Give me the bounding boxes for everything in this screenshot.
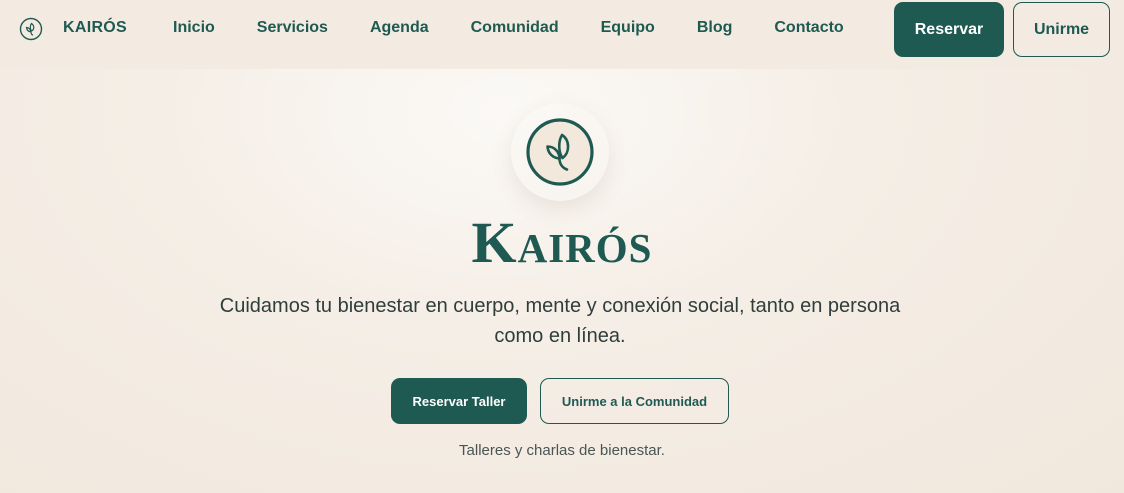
reserve-workshop-button[interactable]: Reservar Taller (391, 378, 527, 424)
leaf-circle-icon (526, 118, 594, 186)
hero-caption: Talleres y charlas de bienestar. (459, 442, 665, 459)
brand-name[interactable]: KAIRÓS (63, 19, 127, 37)
hero-subtitle: Cuidamos tu bienestar en cuerpo, mente y… (219, 295, 901, 347)
reserve-button[interactable]: Reservar (894, 2, 1004, 57)
top-navbar: KAIRÓS Inicio Servicios Agenda Comunidad… (0, 0, 1124, 69)
join-community-button[interactable]: Unirme a la Comunidad (540, 378, 729, 424)
leaf-icon (19, 17, 43, 41)
nav-link-inicio[interactable]: Inicio (173, 19, 215, 37)
hero-section: Kairós Cuidamos tu bienestar en cuerpo, … (0, 69, 1124, 493)
nav-link-equipo[interactable]: Equipo (601, 19, 655, 37)
join-button[interactable]: Unirme (1013, 2, 1110, 57)
hero-logo (511, 103, 609, 201)
nav-link-blog[interactable]: Blog (697, 19, 733, 37)
brand[interactable]: KAIRÓS (19, 17, 127, 41)
nav-link-contacto[interactable]: Contacto (774, 19, 843, 37)
hero-title: Kairós (471, 210, 653, 275)
main-nav: Inicio Servicios Agenda Comunidad Equipo… (173, 19, 886, 37)
nav-link-servicios[interactable]: Servicios (257, 19, 328, 37)
nav-link-comunidad[interactable]: Comunidad (471, 19, 559, 37)
nav-link-agenda[interactable]: Agenda (370, 19, 429, 37)
